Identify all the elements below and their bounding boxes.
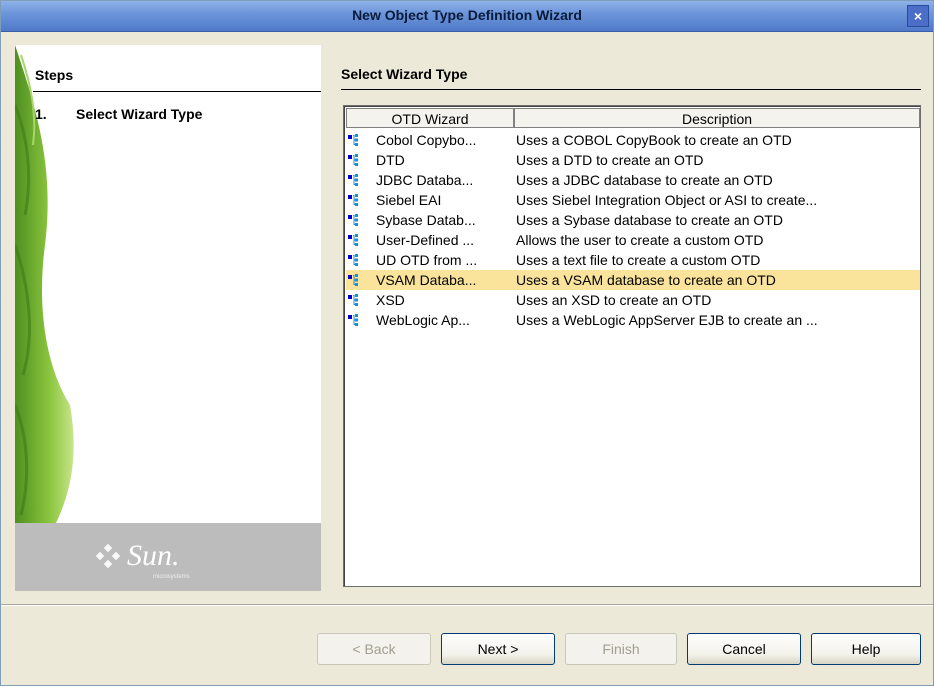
- otd-tree-icon: [348, 274, 358, 286]
- help-button[interactable]: Help: [811, 633, 921, 665]
- otd-tree-icon: [348, 174, 358, 186]
- otd-tree-icon: [348, 214, 358, 226]
- otd-tree-icon: [348, 154, 358, 166]
- cell-otd-wizard: User-Defined ...: [376, 232, 475, 248]
- cell-otd-wizard: DTD: [376, 152, 405, 168]
- cell-otd-wizard: UD OTD from ...: [376, 252, 478, 268]
- cell-otd-wizard: WebLogic Ap...: [376, 312, 470, 328]
- window-title: New Object Type Definition Wizard: [352, 7, 582, 23]
- cell-description: Uses Siebel Integration Object or ASI to…: [516, 192, 818, 208]
- table-row[interactable]: XSD Uses an XSD to create an OTD: [346, 290, 920, 310]
- table-row[interactable]: WebLogic Ap... Uses a WebLogic AppServer …: [346, 310, 920, 330]
- close-button[interactable]: ×: [907, 5, 929, 27]
- table-row[interactable]: DTD Uses a DTD to create an OTD: [346, 150, 920, 170]
- step-number: 1.: [35, 106, 47, 122]
- otd-tree-icon: [348, 194, 358, 206]
- cell-otd-wizard: JDBC Databa...: [376, 172, 474, 188]
- otd-tree-icon: [348, 134, 358, 146]
- button-separator: [1, 604, 933, 606]
- sun-logo-icon: [95, 543, 121, 569]
- table-header: OTD Wizard Description: [346, 108, 920, 128]
- cancel-button[interactable]: Cancel: [687, 633, 801, 665]
- sun-logo-subtitle: microsystems: [153, 574, 190, 580]
- table-row[interactable]: Cobol Copybo... Uses a COBOL CopyBook to …: [346, 130, 920, 150]
- wizard-table[interactable]: OTD Wizard Description Cobol Copybo... Us…: [343, 105, 921, 587]
- sun-logo: Sun.: [127, 539, 180, 572]
- page-title: Select Wizard Type: [341, 66, 468, 82]
- steps-divider: [33, 91, 321, 92]
- otd-tree-icon: [348, 234, 358, 246]
- cell-otd-wizard: XSD: [376, 292, 405, 308]
- cell-description: Uses an XSD to create an OTD: [516, 292, 712, 308]
- cell-description: Uses a VSAM database to create an OTD: [516, 272, 776, 288]
- table-row[interactable]: UD OTD from ... Uses a text file to creat…: [346, 250, 920, 270]
- finish-button[interactable]: Finish: [565, 633, 677, 665]
- table-row[interactable]: Siebel EAI Uses Siebel Integration Object…: [346, 190, 920, 210]
- step-label: Select Wizard Type: [76, 106, 203, 122]
- wizard-window: New Object Type Definition Wizard × Step…: [0, 0, 934, 686]
- table-row[interactable]: JDBC Databa... Uses a JDBC database to cr…: [346, 170, 920, 190]
- cell-description: Uses a WebLogic AppServer EJB to create …: [516, 312, 818, 328]
- table-row[interactable]: User-Defined ... Allows the user to creat…: [346, 230, 920, 250]
- cell-description: Uses a COBOL CopyBook to create an OTD: [516, 132, 792, 148]
- steps-heading: Steps: [35, 67, 74, 83]
- cell-description: Allows the user to create a custom OTD: [516, 232, 764, 248]
- cell-description: Uses a Sybase database to create an OTD: [516, 212, 783, 228]
- otd-tree-icon: [348, 294, 358, 306]
- cell-otd-wizard: VSAM Databa...: [376, 272, 477, 288]
- title-divider: [341, 89, 921, 90]
- title-bar[interactable]: New Object Type Definition Wizard ×: [1, 1, 933, 32]
- steps-panel: Steps 1. Select Wizard Type Sun. microsy…: [15, 45, 321, 591]
- otd-tree-icon: [348, 254, 358, 266]
- table-row[interactable]: Sybase Datab... Uses a Sybase database to…: [346, 210, 920, 230]
- brand-band: Sun. microsystems: [15, 523, 321, 591]
- cell-otd-wizard: Sybase Datab...: [376, 212, 476, 228]
- cell-description: Uses a text file to create a custom OTD: [516, 252, 761, 268]
- cell-description: Uses a JDBC database to create an OTD: [516, 172, 773, 188]
- cell-description: Uses a DTD to create an OTD: [516, 152, 704, 168]
- table-row[interactable]: VSAM Databa... Uses a VSAM database to cr…: [346, 270, 920, 290]
- cell-otd-wizard: Siebel EAI: [376, 192, 442, 208]
- cell-otd-wizard: Cobol Copybo...: [376, 132, 477, 148]
- back-button[interactable]: < Back: [317, 633, 431, 665]
- otd-tree-icon: [348, 314, 358, 326]
- column-header-otd-wizard[interactable]: OTD Wizard: [346, 108, 514, 128]
- column-header-description[interactable]: Description: [514, 108, 920, 128]
- next-button[interactable]: Next >: [441, 633, 555, 665]
